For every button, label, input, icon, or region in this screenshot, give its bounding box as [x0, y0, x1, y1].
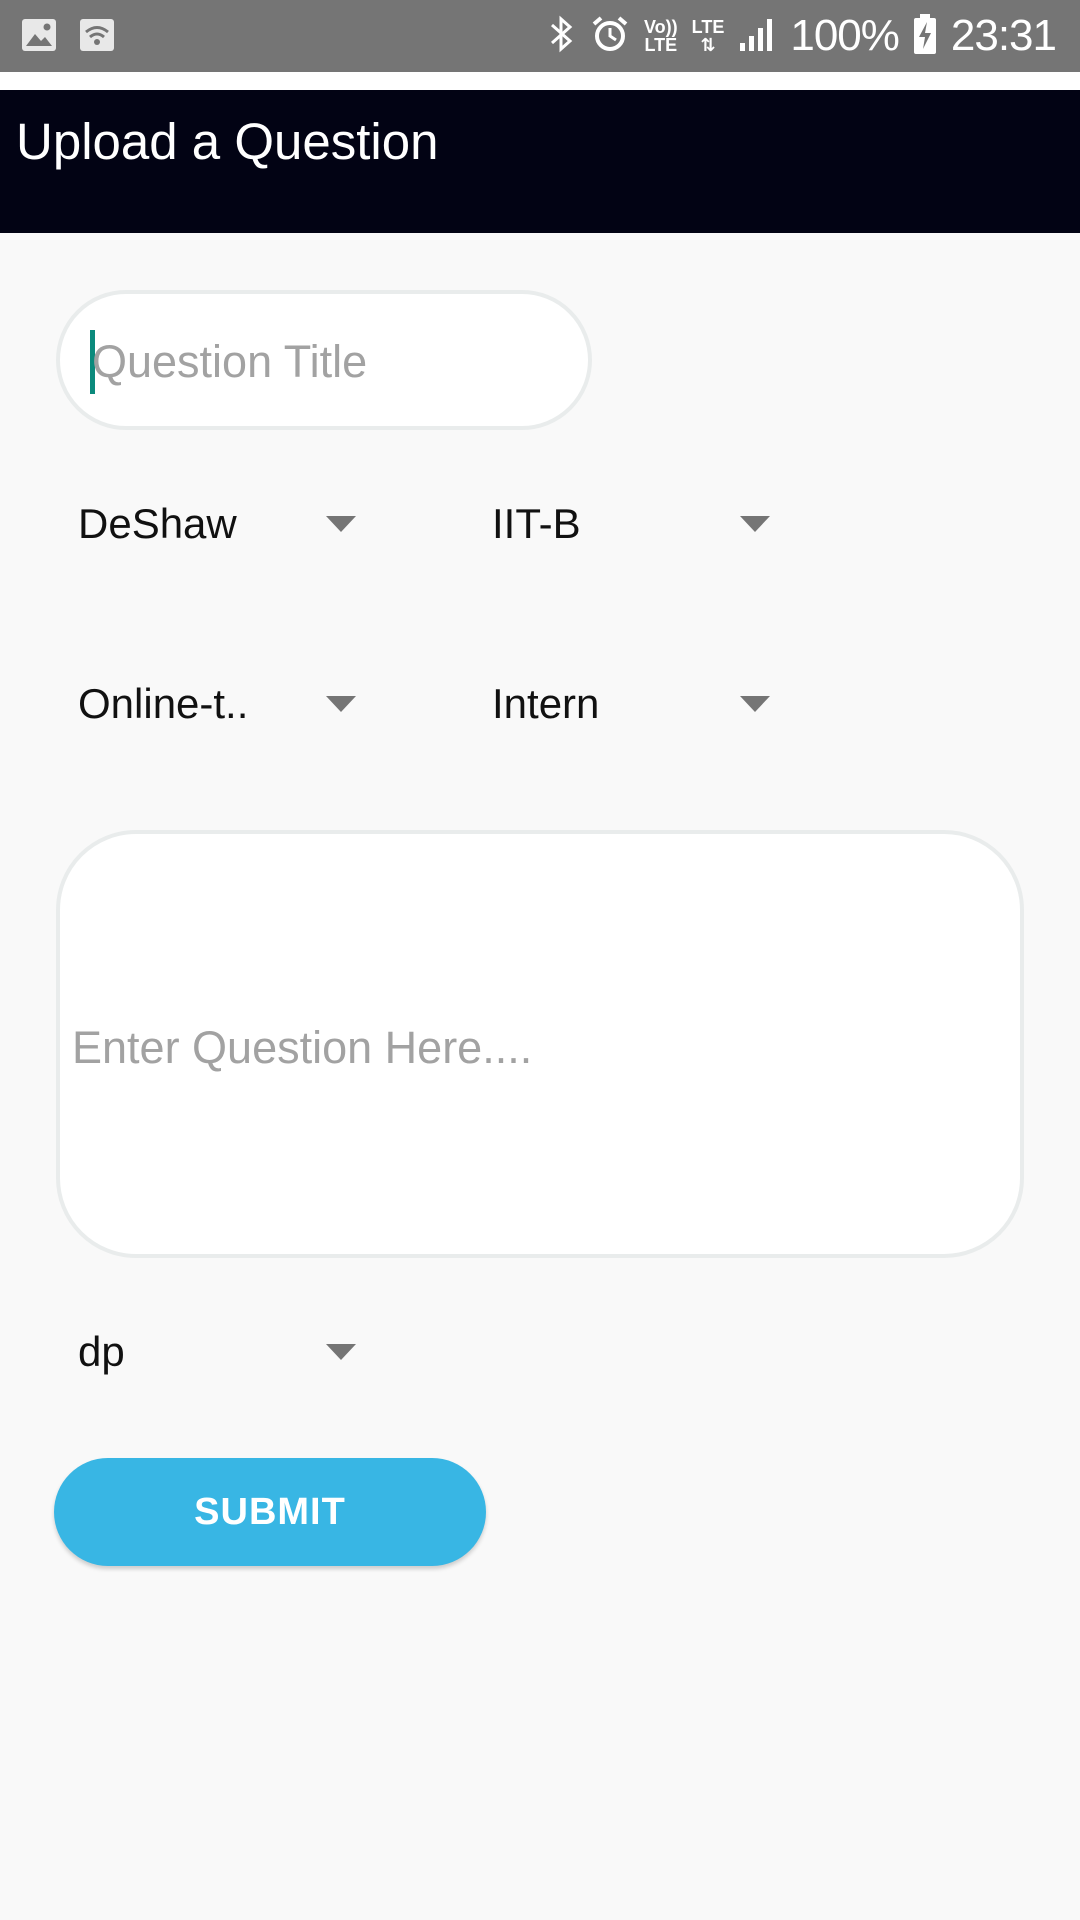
chevron-down-icon [740, 516, 770, 532]
college-value: IIT-B [492, 500, 581, 547]
question-body-input[interactable]: Enter Question Here.... [56, 830, 1024, 1258]
chevron-down-icon [740, 696, 770, 712]
status-right: Vo)) LTE LTE ⇅ 100% 23:31 [546, 0, 1057, 72]
bluetooth-icon [546, 14, 576, 59]
position-dropdown[interactable]: Intern [492, 669, 792, 739]
signal-icon [738, 15, 776, 58]
battery-charging-icon [913, 13, 937, 60]
volte-bottom-text: LTE [644, 35, 678, 55]
lte-icon: LTE ⇅ [692, 18, 725, 54]
submit-label: SUBMIT [194, 1490, 346, 1533]
screen: Vo)) LTE LTE ⇅ 100% 23:31 Upload a Quest… [0, 0, 1080, 1920]
battery-percent: 100% [790, 11, 900, 60]
college-dropdown[interactable]: IIT-B [492, 489, 792, 559]
status-bar: Vo)) LTE LTE ⇅ 100% 23:31 [0, 0, 1080, 72]
company-value: DeShaw [78, 500, 237, 547]
wifi-hotspot-icon [78, 16, 116, 59]
question-title-placeholder: Question Title [92, 336, 368, 387]
position-value: Intern [492, 680, 600, 727]
chevron-down-icon [326, 1344, 356, 1360]
image-icon [20, 16, 58, 59]
question-body-placeholder: Enter Question Here.... [72, 1022, 533, 1073]
lte-text: LTE [691, 17, 725, 37]
chevron-down-icon [326, 516, 356, 532]
alarm-icon [590, 14, 630, 59]
volte-icon: Vo)) LTE [644, 18, 678, 54]
page-title: Upload a Question [16, 113, 439, 170]
company-dropdown[interactable]: DeShaw [78, 489, 378, 559]
status-divider [0, 72, 1080, 90]
submit-button[interactable]: SUBMIT [54, 1458, 486, 1566]
topic-dropdown[interactable]: dp [78, 1317, 378, 1387]
topic-value: dp [78, 1328, 125, 1375]
question-title-input[interactable]: Question Title [56, 290, 592, 430]
chevron-down-icon [326, 696, 356, 712]
clock: 23:31 [950, 11, 1057, 60]
round-dropdown[interactable]: Online-t.. [78, 669, 378, 739]
status-left [20, 16, 116, 59]
volte-top-text: Vo)) [644, 17, 678, 37]
data-arrows-icon: ⇅ [700, 35, 716, 55]
round-value: Online-t.. [78, 680, 249, 727]
